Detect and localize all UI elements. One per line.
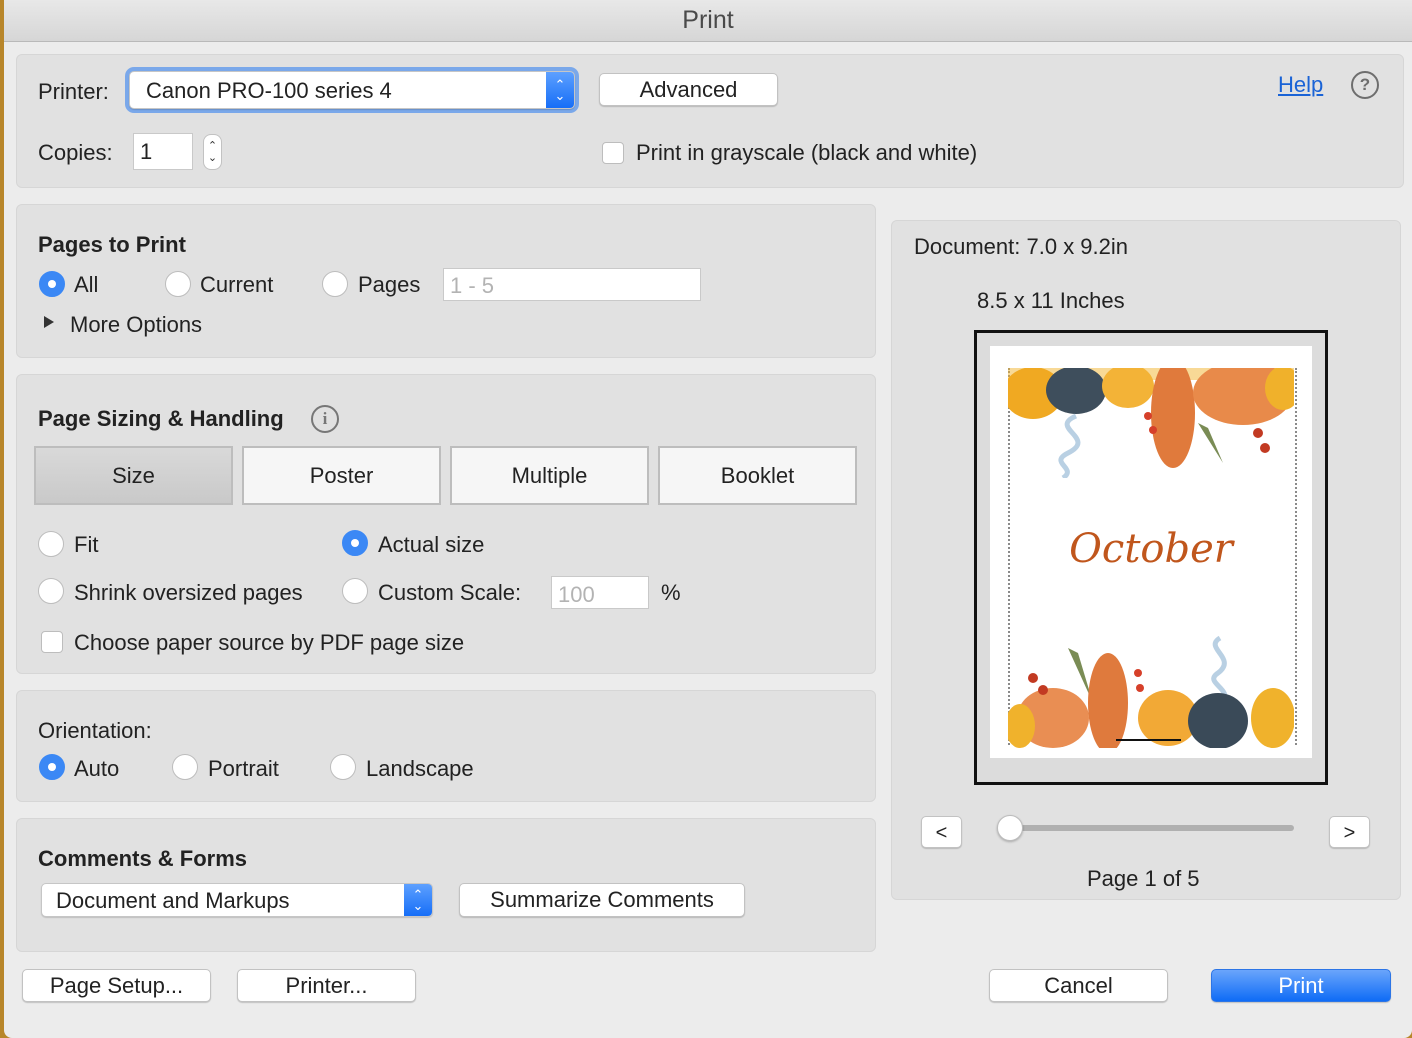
orientation-title: Orientation: xyxy=(38,718,152,743)
next-page-button[interactable]: > xyxy=(1329,816,1370,848)
page-sizing-title: Page Sizing & Handling xyxy=(38,406,284,431)
tab-multiple[interactable]: Multiple xyxy=(450,446,649,505)
tab-poster[interactable]: Poster xyxy=(242,446,441,505)
previous-page-button[interactable]: < xyxy=(921,816,962,848)
chevron-updown-icon: ⌃ ⌄ xyxy=(404,884,432,916)
info-icon[interactable]: i xyxy=(311,405,339,433)
radio-fit[interactable] xyxy=(38,531,64,557)
preview-page: October xyxy=(990,346,1312,758)
radio-auto-label: Auto xyxy=(74,756,120,781)
stepper-up-icon[interactable]: ⌃ xyxy=(204,140,221,152)
page-slider[interactable] xyxy=(1004,825,1294,831)
radio-auto[interactable] xyxy=(39,754,65,780)
comments-forms-title: Comments & Forms xyxy=(38,846,248,871)
tab-booklet[interactable]: Booklet xyxy=(658,446,857,505)
help-link[interactable]: Help xyxy=(1278,72,1323,98)
autumn-illustration-bottom xyxy=(1008,635,1294,748)
print-button[interactable]: Print xyxy=(1211,969,1391,1002)
radio-all[interactable] xyxy=(39,271,65,297)
radio-current-label: Current xyxy=(200,272,274,297)
disclosure-triangle-icon[interactable] xyxy=(44,316,54,328)
radio-landscape[interactable] xyxy=(330,754,356,780)
copies-stepper[interactable]: ⌃ ⌄ xyxy=(203,134,222,170)
copies-input[interactable]: 1 xyxy=(133,133,193,170)
radio-actual-size[interactable] xyxy=(342,530,368,556)
radio-custom-scale-label: Custom Scale: xyxy=(378,580,522,605)
radio-actual-size-label: Actual size xyxy=(378,532,485,557)
printer-select-value: Canon PRO-100 series 4 xyxy=(146,78,392,103)
comments-forms-select[interactable]: Document and Markups ⌃ ⌄ xyxy=(41,883,433,917)
radio-pages-label: Pages xyxy=(358,272,421,297)
radio-landscape-label: Landscape xyxy=(366,756,474,781)
radio-all-label: All xyxy=(74,272,99,297)
page-range-input[interactable]: 1 - 5 xyxy=(443,268,701,301)
page-slider-thumb[interactable] xyxy=(997,815,1023,841)
window-title: Print xyxy=(4,0,1412,42)
radio-shrink-label: Shrink oversized pages xyxy=(74,580,303,605)
advanced-button[interactable]: Advanced xyxy=(599,73,778,106)
printer-select[interactable]: Canon PRO-100 series 4 ⌃ ⌄ xyxy=(129,71,575,109)
radio-portrait[interactable] xyxy=(172,754,198,780)
custom-scale-input[interactable]: 100 xyxy=(551,576,649,609)
copies-label: Copies: xyxy=(38,140,113,165)
pages-to-print-title: Pages to Print xyxy=(38,232,186,257)
radio-portrait-label: Portrait xyxy=(208,756,279,781)
summarize-comments-button[interactable]: Summarize Comments xyxy=(459,883,745,917)
radio-shrink[interactable] xyxy=(38,578,64,604)
radio-pages[interactable] xyxy=(322,271,348,297)
percent-label: % xyxy=(661,580,681,605)
help-icon[interactable]: ? xyxy=(1351,71,1379,99)
print-dialog: Print Printer: Canon PRO-100 series 4 ⌃ ⌄… xyxy=(4,0,1412,1038)
radio-custom-scale[interactable] xyxy=(342,578,368,604)
radio-current[interactable] xyxy=(165,271,191,297)
preview-frame: October xyxy=(974,330,1328,785)
paper-size-label: 8.5 x 11 Inches xyxy=(977,288,1125,313)
stepper-down-icon[interactable]: ⌄ xyxy=(204,152,221,164)
printer-label: Printer: xyxy=(38,79,109,104)
autumn-illustration-top xyxy=(1008,368,1294,478)
chevron-updown-icon: ⌃ ⌄ xyxy=(546,72,574,108)
more-options-toggle[interactable]: More Options xyxy=(70,312,202,338)
document-size-label: Document: 7.0 x 9.2in xyxy=(914,234,1129,259)
comments-forms-select-value: Document and Markups xyxy=(56,888,290,913)
grayscale-label: Print in grayscale (black and white) xyxy=(636,140,978,165)
page-indicator: Page 1 of 5 xyxy=(1087,866,1200,891)
cancel-button[interactable]: Cancel xyxy=(989,969,1168,1002)
paper-source-checkbox[interactable] xyxy=(41,631,63,653)
page-setup-button[interactable]: Page Setup... xyxy=(22,969,211,1002)
preview-october-text: October xyxy=(1069,526,1233,572)
radio-fit-label: Fit xyxy=(74,532,99,557)
orientation-panel xyxy=(16,690,876,802)
grayscale-checkbox[interactable] xyxy=(602,142,624,164)
paper-source-label: Choose paper source by PDF page size xyxy=(74,630,465,655)
tab-size[interactable]: Size xyxy=(34,446,233,505)
printer-button[interactable]: Printer... xyxy=(237,969,416,1002)
